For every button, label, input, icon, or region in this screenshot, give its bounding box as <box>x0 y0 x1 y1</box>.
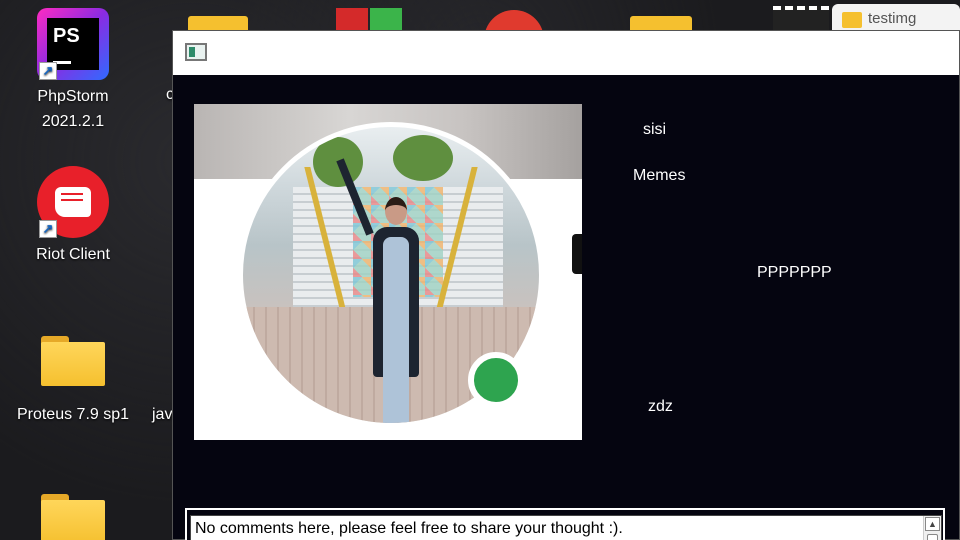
scroll-up-icon[interactable]: ▲ <box>925 517 940 531</box>
comment-scrollbar[interactable]: ▲ <box>923 516 941 540</box>
explorer-tab-title: testimg <box>868 10 917 27</box>
app-green-icon[interactable] <box>370 8 402 32</box>
comment-box: No comments here, please feel free to sh… <box>185 508 945 540</box>
tree-shape <box>393 135 453 181</box>
comment-text: No comments here, please feel free to sh… <box>195 520 623 537</box>
label-sisi: sisi <box>643 121 667 138</box>
phpstorm-icon: PS ↗ <box>37 8 109 80</box>
shortcut-arrow-icon: ↗ <box>39 220 57 238</box>
label-ppp: PPPPPPP <box>757 264 832 281</box>
folder-icon <box>842 12 862 28</box>
desktop-icon-label-version: 2021.2.1 <box>41 113 105 130</box>
folder-icon <box>41 336 105 386</box>
online-status-dot <box>468 352 524 408</box>
desktop-icon-folder[interactable] <box>13 494 133 540</box>
label-zdz: zdz <box>648 398 673 415</box>
scroll-thumb[interactable] <box>927 534 938 540</box>
desktop-icon-proteus[interactable]: Proteus 7.9 sp1 <box>13 336 133 427</box>
fist-icon <box>55 187 91 217</box>
person-body <box>383 237 409 423</box>
folder-icon <box>41 494 105 540</box>
desktop-partial-label-jav: jav <box>152 406 173 423</box>
desktop-icon-label: PhpStorm <box>37 88 109 105</box>
profile-image[interactable] <box>194 104 582 440</box>
person-head <box>385 197 407 225</box>
desktop-icon-label: Riot Client <box>36 246 110 263</box>
desktop-icon-riot-client[interactable]: ↗ Riot Client <box>13 166 133 267</box>
shortcut-arrow-icon: ↗ <box>39 62 57 80</box>
explorer-tab[interactable]: testimg <box>832 4 960 32</box>
desktop-icon-label: Proteus 7.9 sp1 <box>16 406 130 423</box>
app-red-icon[interactable] <box>336 8 368 32</box>
riot-client-icon: ↗ <box>37 166 109 238</box>
profile-peek-shape <box>572 234 582 274</box>
window-titlebar[interactable] <box>173 31 959 75</box>
desktop-icon-phpstorm[interactable]: PS ↗ PhpStorm 2021.2.1 <box>13 8 133 134</box>
label-memes: Memes <box>633 167 686 184</box>
app-window: sisi Memes PPPPPPP zdz No comments here,… <box>172 30 960 540</box>
app-icon <box>185 43 207 61</box>
comment-textarea[interactable]: No comments here, please feel free to sh… <box>190 515 942 540</box>
